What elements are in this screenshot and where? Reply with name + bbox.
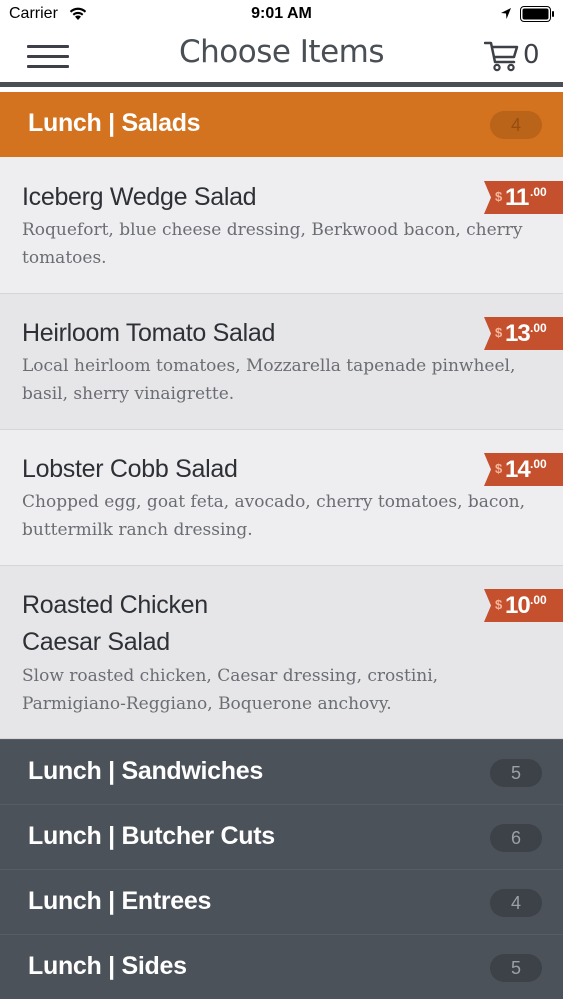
item-name: Heirloom Tomato Salad	[22, 319, 276, 347]
price-amount: 14	[505, 456, 531, 483]
price-cents: .00	[530, 593, 547, 607]
item-name: Roasted Chicken Caesar Salad	[22, 591, 208, 656]
price-amount: 11	[505, 184, 529, 211]
price-amount: 10	[505, 592, 531, 619]
page-title: Choose Items	[178, 34, 385, 70]
category-header-sides[interactable]: Lunch | Sides 5	[0, 934, 563, 999]
item-description: Local heirloom tomatoes, Mozzarella tape…	[22, 356, 516, 404]
menu-item[interactable]: Iceberg Wedge Salad Roquefort, blue chee…	[0, 157, 563, 294]
category-title: Lunch | Sides	[28, 952, 187, 980]
item-name: Iceberg Wedge Salad	[22, 183, 257, 211]
price-cents: .00	[530, 185, 547, 199]
category-count-badge: 4	[490, 111, 542, 139]
status-bar: Carrier 9:01 AM	[0, 0, 563, 28]
category-count-badge: 4	[490, 889, 542, 917]
status-time: 9:01 AM	[251, 5, 312, 22]
cart-count: 0	[523, 40, 540, 70]
cart-icon	[484, 41, 519, 72]
location-arrow-icon	[501, 8, 511, 19]
category-title: Lunch | Salads	[28, 109, 201, 137]
category-title: Lunch | Entrees	[28, 887, 212, 915]
price-currency: $	[495, 461, 503, 476]
category-count-badge: 5	[490, 759, 542, 787]
item-description: Slow roasted chicken, Caesar dressing, c…	[22, 666, 439, 714]
price-currency: $	[495, 325, 503, 340]
menu-item[interactable]: Heirloom Tomato Salad Local heirloom tom…	[0, 294, 563, 430]
category-title: Lunch | Sandwiches	[28, 757, 263, 785]
category-title: Lunch | Butcher Cuts	[28, 822, 275, 850]
price-amount: 13	[505, 320, 531, 347]
menu-item[interactable]: Roasted Chicken Caesar Salad Slow roaste…	[0, 566, 563, 739]
menu-item[interactable]: Lobster Cobb Salad Chopped egg, goat fet…	[0, 430, 563, 566]
item-description: Chopped egg, goat feta, avocado, cherry …	[22, 492, 526, 540]
cart-button[interactable]: 0	[484, 38, 544, 74]
price-currency: $	[495, 597, 503, 612]
category-count-badge: 5	[490, 954, 542, 982]
price-cents: .00	[530, 457, 547, 471]
category-count-badge: 6	[490, 824, 542, 852]
price-currency: $	[495, 189, 503, 204]
item-name: Lobster Cobb Salad	[22, 455, 238, 483]
category-header-sandwiches[interactable]: Lunch | Sandwiches 5	[0, 739, 563, 804]
price-tag: $ 10 .00	[484, 589, 563, 622]
category-header-entrees[interactable]: Lunch | Entrees 4	[0, 869, 563, 934]
category-header-salads[interactable]: Lunch | Salads 4	[0, 92, 563, 157]
price-tag: $ 13 .00	[484, 317, 563, 350]
item-description: Roquefort, blue cheese dressing, Berkwoo…	[22, 220, 523, 268]
price-cents: .00	[530, 321, 547, 335]
price-tag: $ 11 .00	[484, 181, 563, 214]
price-tag: $ 14 .00	[484, 453, 563, 486]
category-header-butcher-cuts[interactable]: Lunch | Butcher Cuts 6	[0, 804, 563, 869]
nav-bar: Choose Items 0	[0, 28, 563, 87]
battery-icon	[520, 6, 554, 22]
